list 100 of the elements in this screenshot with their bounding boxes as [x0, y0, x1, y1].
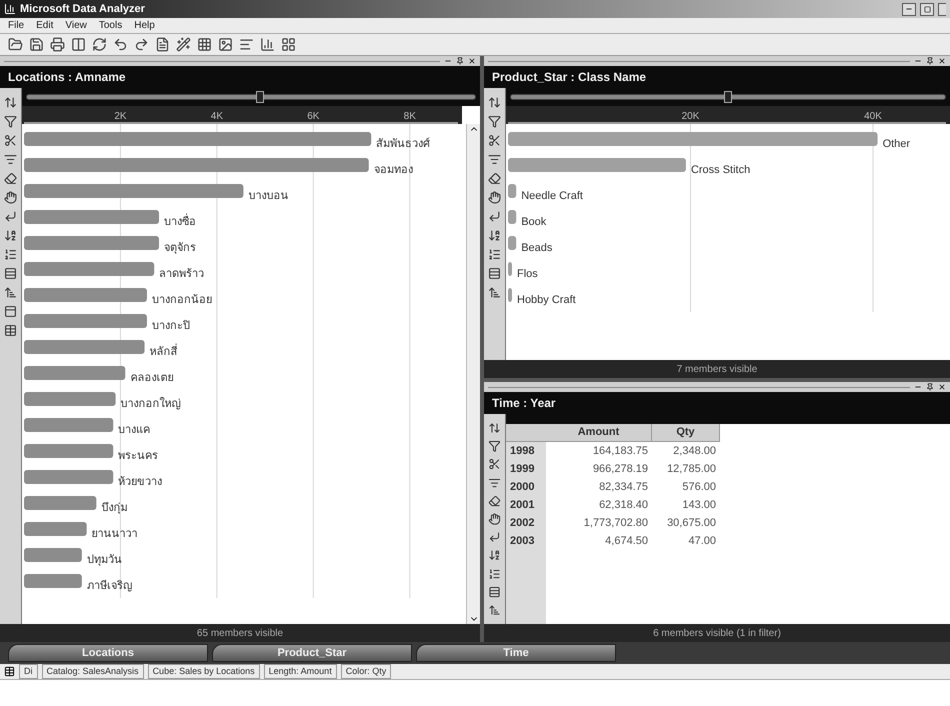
- dimension-tab[interactable]: Locations: [8, 644, 208, 662]
- redo-icon[interactable]: [134, 37, 149, 52]
- save-icon[interactable]: [29, 37, 44, 52]
- bar-label: Flos: [517, 268, 538, 280]
- menu-item[interactable]: View: [65, 18, 87, 33]
- folder-icon[interactable]: [8, 37, 23, 52]
- image-icon[interactable]: [218, 37, 233, 52]
- scrollbar[interactable]: [466, 124, 480, 624]
- wand-icon[interactable]: [176, 37, 191, 52]
- table-cell-text: 4,674.50: [604, 534, 649, 549]
- bar[interactable]: [508, 236, 516, 250]
- bar-label: จตุจักร: [164, 242, 196, 254]
- status-field: Cube: Sales by Locations: [148, 664, 260, 680]
- filter-icon[interactable]: [488, 440, 501, 452]
- restore-button[interactable]: [920, 2, 934, 16]
- bar-label: Needle Craft: [521, 190, 583, 202]
- status-field: Di: [19, 664, 38, 680]
- dimension-tab[interactable]: Product_Star: [212, 644, 412, 662]
- eraser-icon[interactable]: [488, 172, 501, 185]
- pin-icon[interactable]: [926, 57, 934, 65]
- grid-icon[interactable]: [197, 37, 212, 52]
- list-filter-icon[interactable]: [4, 153, 17, 166]
- pin-icon[interactable]: [456, 57, 464, 65]
- bar[interactable]: [508, 184, 516, 198]
- pin-icon[interactable]: [926, 383, 934, 391]
- bar-label: ปทุมวัน: [86, 554, 122, 566]
- dimension-tab[interactable]: Time: [416, 644, 616, 662]
- scissors-icon[interactable]: [488, 134, 501, 147]
- bar[interactable]: [508, 262, 512, 276]
- return-icon[interactable]: [488, 531, 501, 544]
- menu-item[interactable]: Tools: [98, 18, 122, 33]
- eraser-icon[interactable]: [4, 172, 17, 185]
- sort-ascending-icon[interactable]: [488, 286, 501, 299]
- pane-title: Locations : Amname: [8, 69, 126, 86]
- layout-icon[interactable]: [281, 37, 296, 52]
- bar-label: Other: [882, 138, 910, 150]
- table-icon[interactable]: [4, 324, 17, 337]
- bar-label: Book: [521, 216, 546, 228]
- hand-icon[interactable]: [488, 191, 501, 204]
- pane-title: Time : Year: [492, 395, 556, 412]
- document-icon[interactable]: [155, 37, 170, 52]
- bar-label: ยานนาวา: [92, 528, 138, 540]
- sort-icon[interactable]: [488, 96, 501, 109]
- minimize-button[interactable]: [902, 2, 916, 16]
- list-filter-icon[interactable]: [488, 476, 501, 489]
- sort-icon[interactable]: [488, 422, 501, 434]
- restore-icon: [924, 6, 930, 12]
- axis-tick-label: 4K: [210, 111, 223, 122]
- bar[interactable]: [508, 210, 516, 224]
- return-icon[interactable]: [4, 210, 17, 223]
- sort-ascending-icon[interactable]: [488, 604, 501, 616]
- ordered-list-icon[interactable]: [488, 568, 501, 580]
- table-cell-text: 164,183.75: [592, 444, 649, 459]
- close-button[interactable]: [938, 2, 946, 16]
- filter-icon[interactable]: [488, 115, 501, 128]
- slider-thumb[interactable]: [256, 91, 264, 103]
- app-icon: [4, 3, 16, 15]
- hand-icon[interactable]: [4, 191, 17, 204]
- slider-track[interactable]: [510, 94, 946, 100]
- close-icon[interactable]: [468, 57, 476, 65]
- axis-tick-label: 20K: [682, 111, 700, 122]
- columns-icon[interactable]: [71, 37, 86, 52]
- close-icon[interactable]: [938, 383, 946, 391]
- sort-ascending-icon[interactable]: [4, 286, 17, 299]
- axis-tick-label: 8K: [404, 111, 416, 122]
- menu-item[interactable]: File: [8, 18, 24, 33]
- eraser-icon[interactable]: [488, 494, 501, 507]
- printer-icon[interactable]: [50, 37, 65, 52]
- return-icon[interactable]: [488, 210, 501, 223]
- members-visible-text: 7 members visible: [676, 362, 758, 376]
- table-cell-text: 143.00: [681, 498, 717, 513]
- refresh-icon[interactable]: [92, 37, 107, 52]
- menu-item[interactable]: Help: [134, 18, 155, 33]
- list-filter-icon[interactable]: [488, 153, 501, 166]
- close-icon[interactable]: [938, 57, 946, 65]
- rows-icon[interactable]: [488, 267, 501, 280]
- bar-label: บางกอกน้อย: [152, 294, 212, 306]
- ordered-list-icon[interactable]: [488, 248, 501, 261]
- undo-icon[interactable]: [113, 37, 128, 52]
- align-icon[interactable]: [239, 37, 254, 52]
- scissors-icon[interactable]: [4, 134, 17, 147]
- bar-chart-icon[interactable]: [260, 37, 275, 52]
- ordered-list-icon[interactable]: [4, 248, 17, 261]
- scissors-icon[interactable]: [488, 458, 501, 471]
- rows-icon[interactable]: [4, 267, 17, 280]
- bar-label: พระนคร: [118, 450, 158, 462]
- rows-icon[interactable]: [488, 586, 501, 598]
- sort-az-icon[interactable]: [4, 229, 17, 242]
- sort-az-icon[interactable]: [488, 229, 501, 242]
- bar-label: ห้วยขวาง: [118, 476, 162, 488]
- slider-track[interactable]: [26, 94, 476, 100]
- slider-thumb[interactable]: [724, 91, 732, 103]
- sort-icon[interactable]: [4, 96, 17, 109]
- filter-icon[interactable]: [4, 115, 17, 128]
- bar[interactable]: [508, 288, 512, 302]
- sort-az-icon[interactable]: [488, 549, 501, 562]
- menu-item[interactable]: Edit: [36, 18, 54, 33]
- panel-icon[interactable]: [4, 305, 17, 318]
- hand-icon[interactable]: [488, 512, 501, 526]
- bar-label: บางซื่อ: [164, 216, 196, 228]
